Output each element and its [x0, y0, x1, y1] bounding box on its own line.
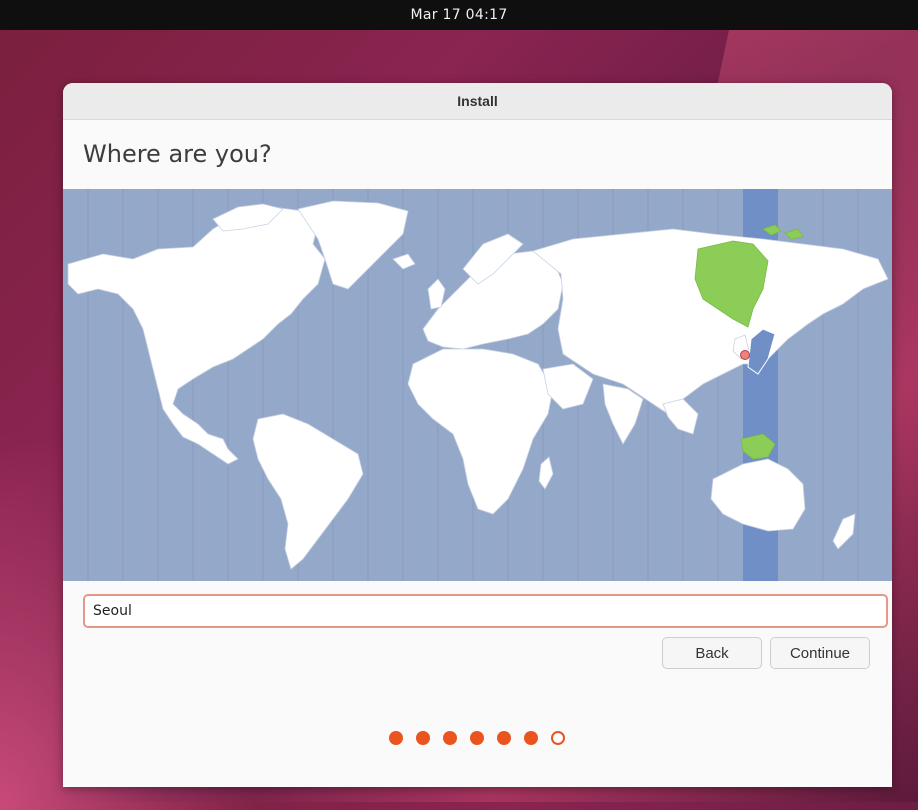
progress-dot — [443, 731, 457, 745]
page-title: Where are you? — [83, 140, 272, 168]
title-bar: Install — [63, 83, 892, 120]
top-bar: Mar 17 04:17 — [0, 0, 918, 30]
clock[interactable]: Mar 17 04:17 — [410, 7, 507, 23]
timezone-map[interactable] — [63, 189, 892, 581]
progress-dot — [551, 731, 565, 745]
map-pin-icon — [740, 350, 750, 360]
progress-dot — [416, 731, 430, 745]
window-title: Install — [457, 93, 498, 109]
back-button[interactable]: Back — [662, 637, 762, 669]
progress-dot — [470, 731, 484, 745]
progress-dot — [524, 731, 538, 745]
installer-window: Install Where are you? Seoul Back Contin… — [63, 83, 892, 787]
world-map — [67, 189, 889, 581]
location-input[interactable] — [83, 594, 888, 628]
continue-button[interactable]: Continue — [770, 637, 870, 669]
progress-dot — [389, 731, 403, 745]
progress-indicator — [389, 731, 565, 745]
progress-dot — [497, 731, 511, 745]
